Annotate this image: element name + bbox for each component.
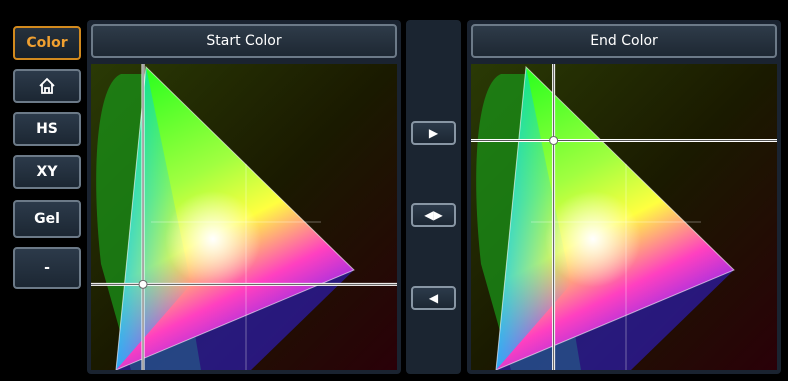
color-button-label: Color [26,35,68,51]
white-point [165,191,261,287]
xy-button[interactable]: XY [13,155,81,189]
swap-colors-button[interactable]: ◀▶ [411,203,456,227]
gel-button-label: Gel [34,211,60,227]
transfer-column [406,20,461,374]
white-point [545,191,641,287]
hs-button[interactable]: HS [13,112,81,146]
arrow-right-icon: ▶ [428,126,439,140]
arrow-both-icon: ◀▶ [424,208,443,222]
end-color-title-label: End Color [590,33,658,49]
start-color-title[interactable]: Start Color [91,24,397,58]
dash-button-label: - [44,260,50,276]
hs-button-label: HS [36,121,58,137]
arrow-left-icon: ◀ [428,291,439,305]
copy-to-end-button[interactable]: ▶ [411,121,456,145]
xy-button-label: XY [36,164,58,180]
end-color-title[interactable]: End Color [471,24,777,58]
home-button[interactable] [13,69,81,103]
color-button[interactable]: Color [13,26,81,60]
crosshair-handle[interactable] [138,279,148,289]
copy-to-start-button[interactable]: ◀ [411,286,456,310]
start-color-picker[interactable] [91,64,397,370]
start-gamut-diagram [91,64,397,370]
dash-button[interactable]: - [13,247,81,289]
gel-button[interactable]: Gel [13,200,81,238]
end-gamut-diagram [471,64,777,370]
home-icon [39,77,55,94]
end-color-picker[interactable] [471,64,777,370]
crosshair-handle[interactable] [549,136,559,145]
start-color-title-label: Start Color [206,33,282,49]
